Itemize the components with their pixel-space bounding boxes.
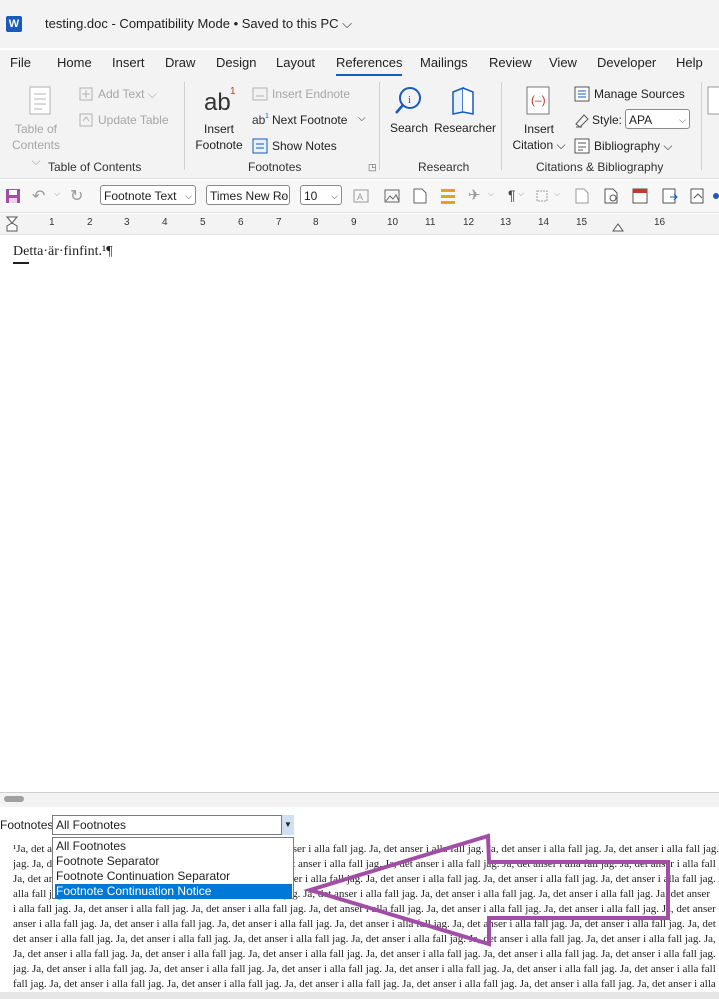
annotation-arrow: [303, 833, 670, 947]
status-strip: [0, 992, 719, 999]
